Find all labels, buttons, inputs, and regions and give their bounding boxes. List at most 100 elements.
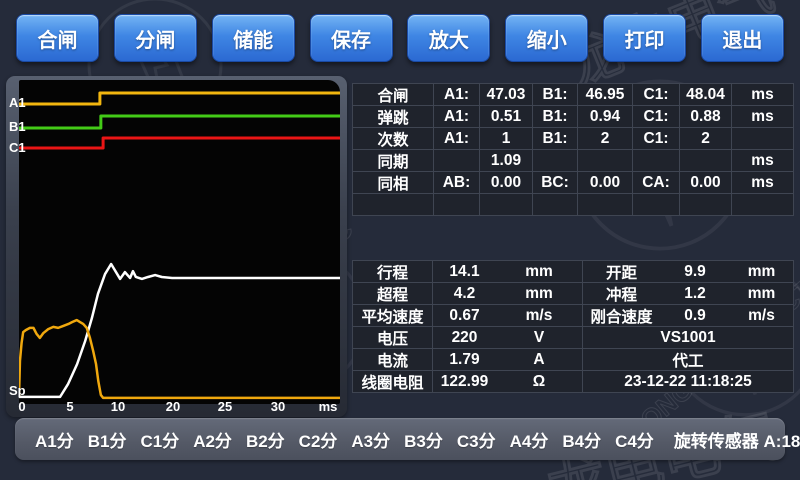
waveform-svg [19,80,340,404]
phase-open-button-B4[interactable]: B4分 [562,427,601,452]
timing-cell [680,194,732,216]
timing-cell [633,194,680,216]
measure-cell: 122.99 [433,371,496,393]
timing-cell: 1 [480,128,533,150]
waveform-plot[interactable] [19,80,340,404]
contact-b1-line [19,116,340,128]
signal-label-c1: C1 [9,140,27,155]
timing-cell: ms [732,106,794,128]
measure-cell: 9.9 [660,261,730,283]
timing-cell: A1: [434,84,480,106]
zoom-in-button[interactable]: 放大 [407,14,490,62]
save-button[interactable]: 保存 [310,14,393,62]
phase-open-button-C2[interactable]: C2分 [299,427,338,452]
timing-cell: C1: [633,84,680,106]
x-tick-label: 5 [66,399,73,414]
x-tick-label: 0 [18,399,25,414]
timing-cell: C1: [633,128,680,150]
measure-cell: 冲程 [583,283,660,305]
x-tick-label: 20 [166,399,180,414]
open-button[interactable]: 分闸 [114,14,197,62]
timing-cell: ms [732,150,794,172]
phase-open-button-C3[interactable]: C3分 [457,427,496,452]
x-tick-label: 10 [111,399,125,414]
waveform-panel: A1 B1 C1 Sp 0510202530ms [6,76,347,417]
measure-cell: mm [730,261,794,283]
exit-button[interactable]: 退出 [701,14,784,62]
phase-open-button-A3[interactable]: A3分 [351,427,390,452]
print-button[interactable]: 打印 [603,14,686,62]
phase-open-button-B2[interactable]: B2分 [246,427,285,452]
phase-open-button-B1[interactable]: B1分 [88,427,127,452]
timing-cell: B1: [533,128,578,150]
timing-cell [680,150,732,172]
measure-cell: 超程 [353,283,433,305]
timing-cell [353,194,434,216]
measure-cell: V [496,327,583,349]
timing-cell: A1: [434,106,480,128]
timing-cell [732,194,794,216]
measure-table: 行程14.1mm开距9.9mm超程4.2mm冲程1.2mm平均速度0.67m/s… [352,260,794,393]
timing-cell: CA: [633,172,680,194]
timing-cell: 2 [680,128,732,150]
measure-cell: 线圈电阻 [353,371,433,393]
timing-cell: A1: [434,128,480,150]
timing-cell: ms [732,84,794,106]
signal-label-a1: A1 [9,95,27,110]
timing-cell: 0.88 [680,106,732,128]
timing-cell: BC: [533,172,578,194]
measure-span-cell: 23-12-22 11:18:25 [583,371,794,393]
toolbar: 合闸分闸储能保存放大缩小打印退出 [0,14,800,62]
measure-cell: 0.9 [660,305,730,327]
measure-cell: 平均速度 [353,305,433,327]
timing-cell [578,194,633,216]
measure-cell: Ω [496,371,583,393]
phase-open-button-A2[interactable]: A2分 [193,427,232,452]
timing-cell: 0.00 [480,172,533,194]
measure-cell: 1.79 [433,349,496,371]
zoom-out-button[interactable]: 缩小 [505,14,588,62]
timing-cell: 0.51 [480,106,533,128]
measure-cell: mm [730,283,794,305]
measure-cell: 行程 [353,261,433,283]
measure-cell: 14.1 [433,261,496,283]
phase-open-button-C4[interactable]: C4分 [615,427,654,452]
phase-open-button-C1[interactable]: C1分 [140,427,179,452]
measure-cell: 刚合速度 [583,305,660,327]
measure-cell: 220 [433,327,496,349]
signal-label-sp: Sp [9,383,27,398]
timing-cell: ms [732,172,794,194]
close-button[interactable]: 合闸 [16,14,99,62]
timing-cell: 2 [578,128,633,150]
measure-cell: 1.2 [660,283,730,305]
contact-c1-line [19,138,340,148]
measure-cell: mm [496,283,583,305]
phase-open-button-A1[interactable]: A1分 [35,427,74,452]
timing-cell: 弹跳 [353,106,434,128]
timing-cell: 46.95 [578,84,633,106]
timing-cell: 48.04 [680,84,732,106]
contact-a1-line [19,93,340,104]
timing-cell [434,150,480,172]
measure-span-cell: 代工 [583,349,794,371]
energy-store-button[interactable]: 储能 [212,14,295,62]
timing-cell: B1: [533,84,578,106]
measure-cell: 开距 [583,261,660,283]
measure-cell: mm [496,261,583,283]
phase-buttons: A1分 B1分 C1分 A2分 B2分 C2分 A3分 B3分 C3分 A4分 B4分 C4分 [35,427,654,452]
measure-cell: m/s [730,305,794,327]
timing-table: 合闸A1:47.03B1:46.95C1:48.04ms弹跳A1:0.51B1:… [352,83,794,216]
timing-cell [434,194,480,216]
travel-curve-line [19,264,340,397]
rotation-sensor-readout: 旋转传感器 A:188.4 [674,427,800,452]
timing-cell [533,194,578,216]
timing-cell: 47.03 [480,84,533,106]
x-tick-label: 25 [218,399,232,414]
timing-cell [480,194,533,216]
measure-cell: 4.2 [433,283,496,305]
timing-cell: 0.94 [578,106,633,128]
timing-cell [633,150,680,172]
phase-open-button-B3[interactable]: B3分 [404,427,443,452]
timing-cell [533,150,578,172]
phase-open-button-A4[interactable]: A4分 [510,427,549,452]
